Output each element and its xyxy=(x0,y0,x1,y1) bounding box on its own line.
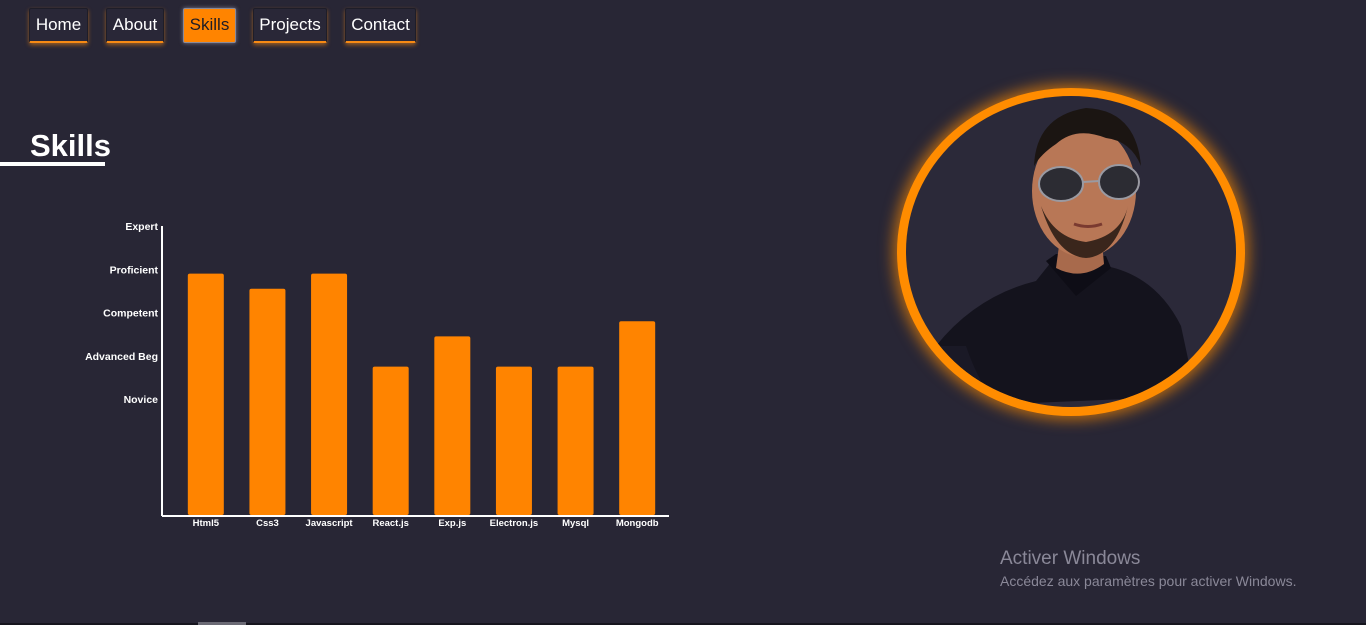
y-tick-label: Advanced Beg xyxy=(85,351,158,363)
skills-chart: Novice Advanced Beg Competent Proficient Exp… xyxy=(85,221,669,529)
x-tick-label: Mongodb xyxy=(616,518,659,529)
bar-mongodb xyxy=(619,321,656,515)
y-tick-label: Proficient xyxy=(110,264,159,276)
chart-bars xyxy=(187,273,656,515)
y-tick-label: Expert xyxy=(125,221,158,233)
x-tick-label: Html5 xyxy=(193,518,220,529)
y-tick-label: Competent xyxy=(103,308,158,320)
chart-x-labels: Html5 Css3 Javascript React.js Exp.js Electro… xyxy=(193,518,659,529)
x-tick-label: Javascript xyxy=(306,518,354,529)
x-tick-label: React.js xyxy=(372,518,408,529)
bar-react-js xyxy=(372,366,409,515)
x-tick-label: Electron.js xyxy=(490,518,539,529)
bar-mysql xyxy=(557,366,594,515)
watermark-title: Activer Windows xyxy=(1000,548,1141,569)
y-tick-label: Novice xyxy=(124,394,159,406)
person-illustration xyxy=(932,108,1196,407)
profile-photo xyxy=(906,96,1236,407)
x-tick-label: Exp.js xyxy=(438,518,466,529)
bar-javascript xyxy=(311,273,348,515)
watermark-subtitle: Accédez aux paramètres pour activer Wind… xyxy=(1000,573,1297,589)
chart-y-labels: Novice Advanced Beg Competent Proficient Exp… xyxy=(85,221,158,406)
bar-css3 xyxy=(249,288,286,515)
x-tick-label: Css3 xyxy=(256,518,279,529)
bar-exp-js xyxy=(434,336,471,515)
bar-electron-js xyxy=(495,366,532,515)
x-tick-label: Mysql xyxy=(562,518,589,529)
bar-html5 xyxy=(187,273,224,515)
